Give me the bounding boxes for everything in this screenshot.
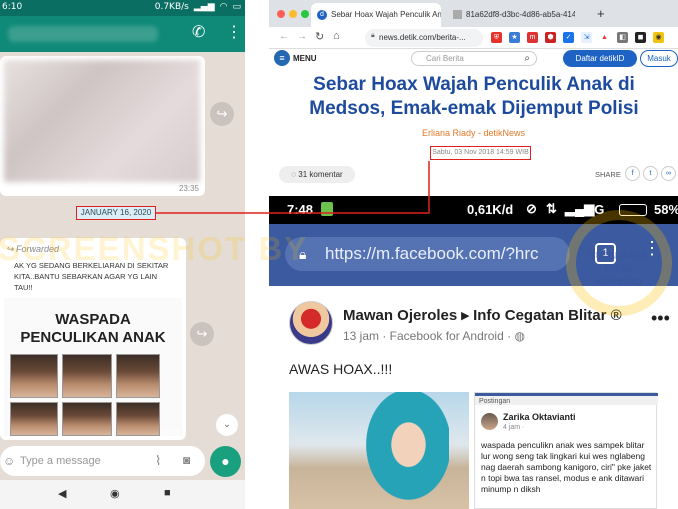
watermark-text: SCREENSHOT BY [0,230,309,267]
hoax-seal-logo: TURN BACK HOAX MAFINDO [566,210,672,316]
seal-text: TURN BACK HOAX MAFINDO [589,251,649,288]
